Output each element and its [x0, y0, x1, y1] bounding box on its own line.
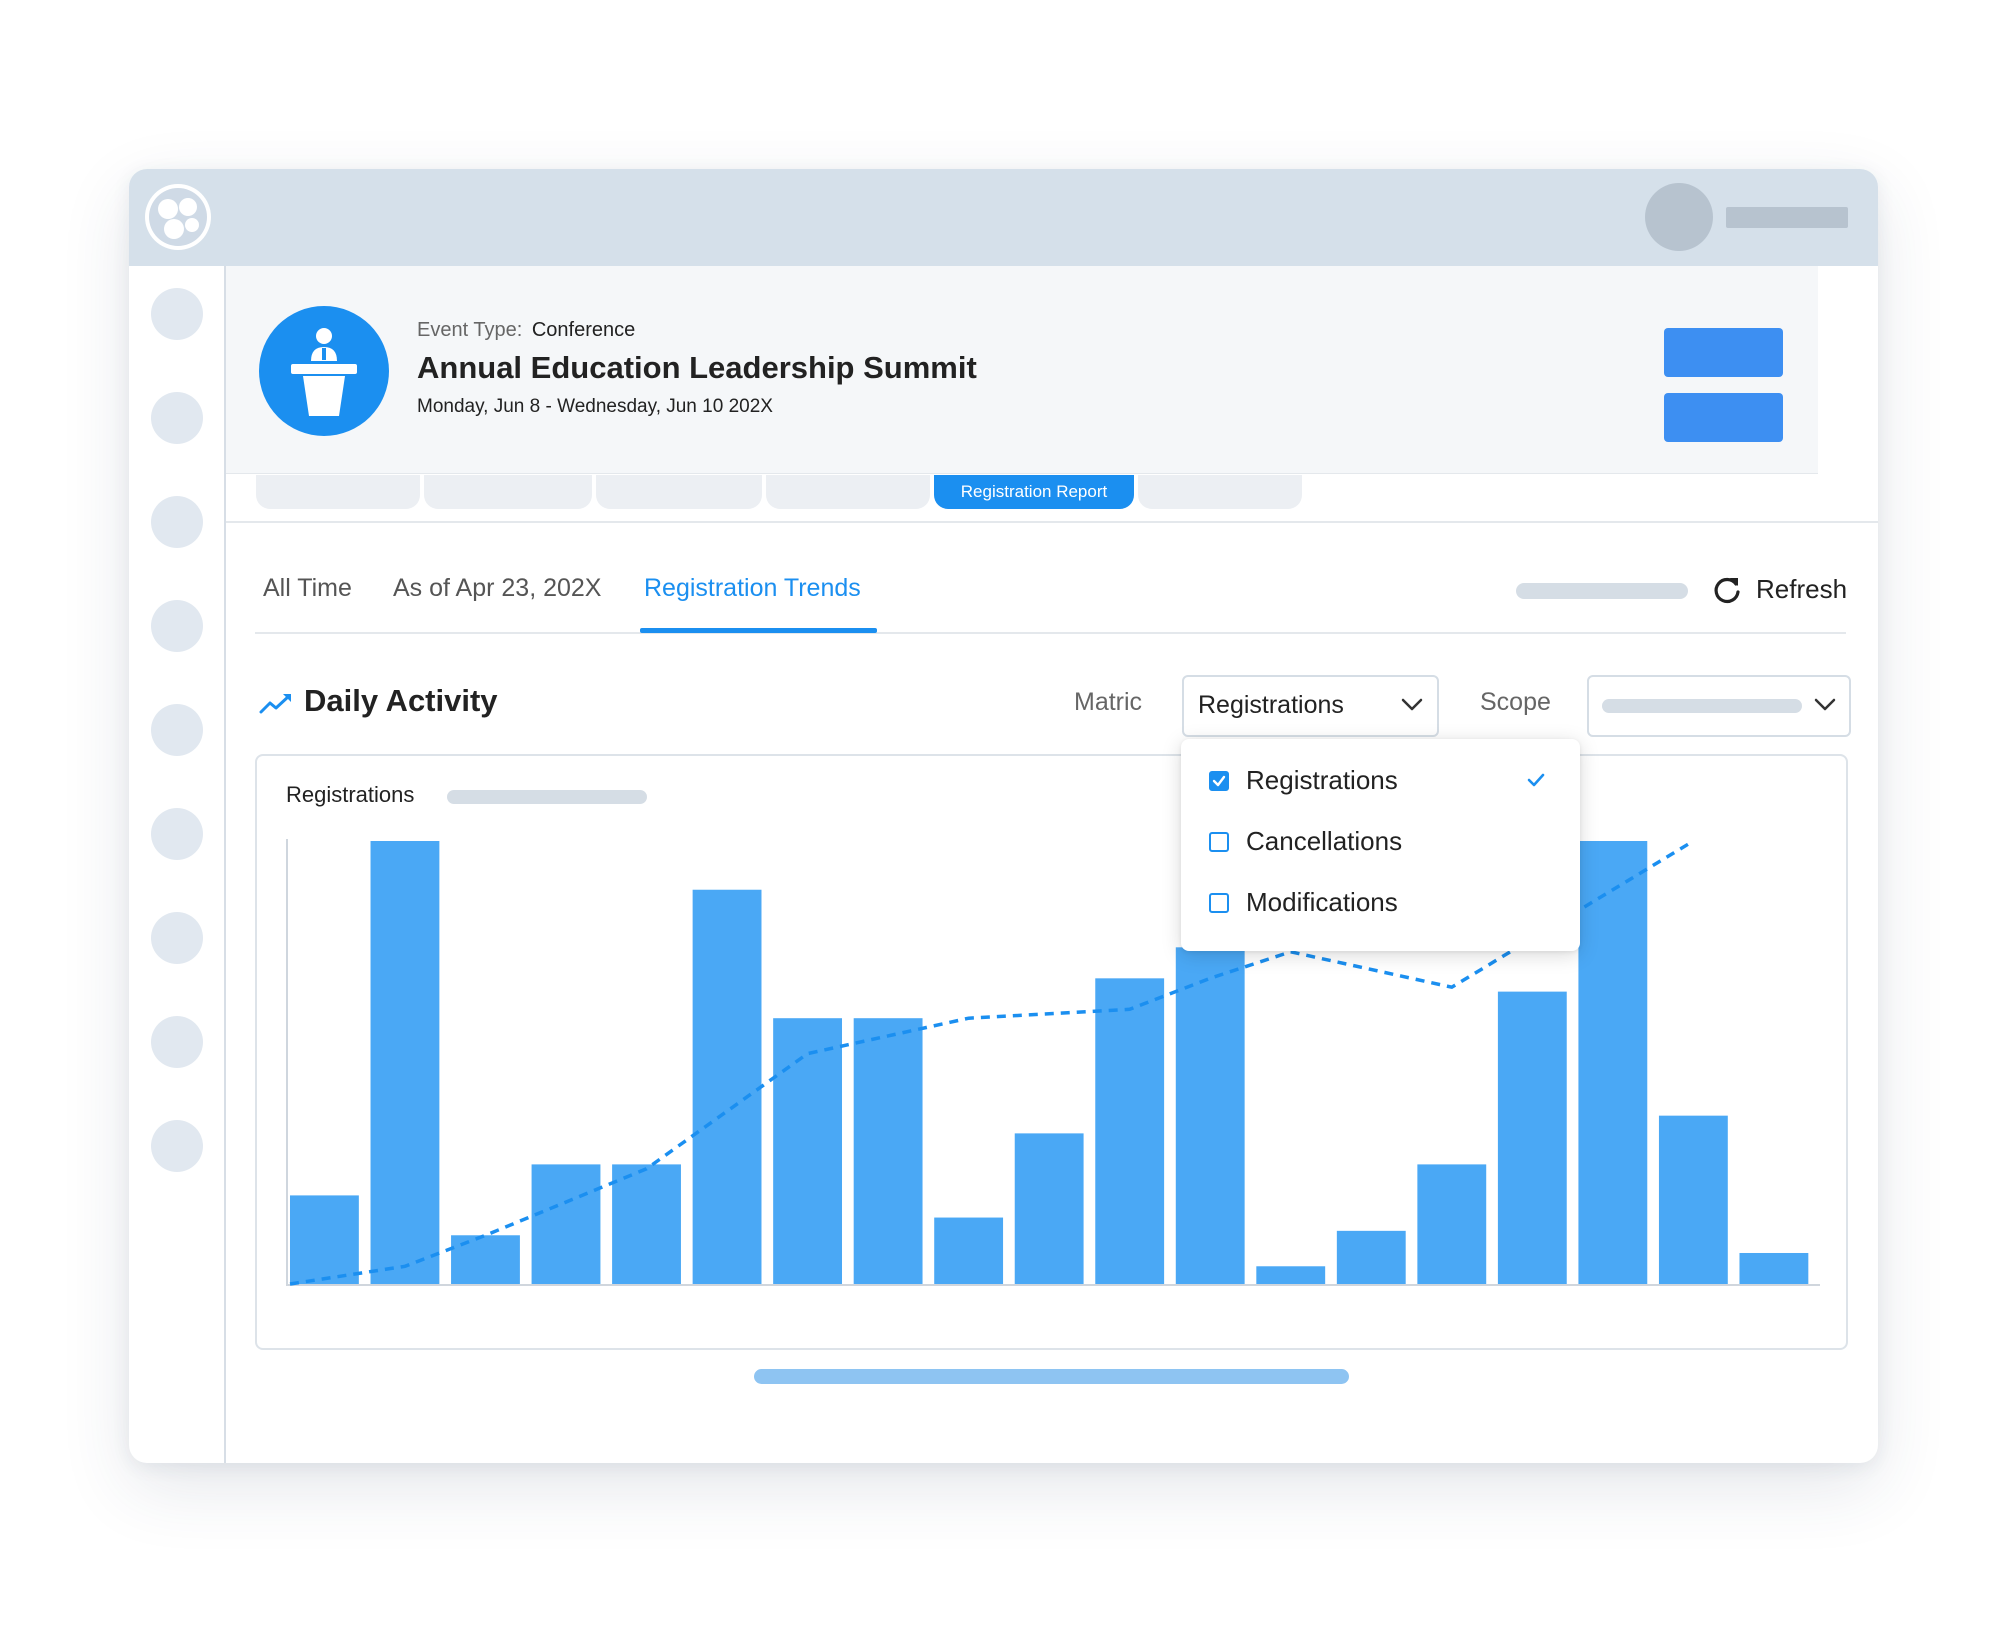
chevron-down-icon [1401, 698, 1423, 711]
dropdown-option-label: Modifications [1246, 887, 1398, 917]
bar[interactable] [370, 841, 440, 1284]
bar[interactable] [1739, 1252, 1809, 1284]
event-type-label: Event Type: [417, 319, 523, 341]
header-action-button-2[interactable] [1664, 393, 1783, 442]
report-tab[interactable] [424, 475, 592, 509]
sidebar-item[interactable] [151, 704, 203, 756]
sidebar [129, 266, 226, 1463]
sidebar-item[interactable] [151, 1120, 203, 1172]
sidebar-item[interactable] [151, 1016, 203, 1068]
bar[interactable] [1417, 1164, 1487, 1284]
bar[interactable] [1014, 1133, 1084, 1284]
metric-dropdown-menu: Registrations Cancellations Modification… [1181, 739, 1580, 951]
tab-registration-trends[interactable]: Registration Trends [644, 574, 861, 603]
active-tab-indicator [640, 628, 877, 633]
report-tab[interactable] [1138, 475, 1302, 509]
avatar[interactable] [1645, 183, 1713, 251]
checkbox[interactable] [1209, 771, 1229, 791]
tab-registration-report[interactable]: Registration Report [934, 475, 1134, 509]
tab-as-of-date[interactable]: As of Apr 23, 202X [393, 574, 601, 603]
event-type: Event Type: Conference [417, 319, 635, 342]
daily-activity-chart: Apr 21Apr 23Apr 25Apr 27Apr 29May 1May 3… [286, 839, 1820, 1286]
scope-value-placeholder [1602, 699, 1802, 713]
bar[interactable] [853, 1018, 923, 1284]
bar[interactable] [1256, 1266, 1326, 1284]
sidebar-item[interactable] [151, 912, 203, 964]
header-action-button-1[interactable] [1664, 328, 1783, 377]
divider [226, 521, 1878, 523]
report-tab[interactable] [596, 475, 762, 509]
dropdown-option-modifications[interactable]: Modifications [1209, 887, 1559, 923]
bar[interactable] [934, 1217, 1004, 1284]
event-type-value: Conference [531, 319, 636, 341]
app-window: Event Type: Conference Annual Education … [129, 169, 1878, 1463]
bar[interactable] [531, 1164, 601, 1284]
selected-check-icon [1527, 773, 1545, 787]
checkbox[interactable] [1209, 893, 1229, 913]
checkmark-icon [1212, 775, 1226, 787]
bar[interactable] [290, 1195, 359, 1284]
metric-select-value: Registrations [1198, 691, 1344, 719]
bar[interactable] [1497, 991, 1567, 1284]
sidebar-item[interactable] [151, 496, 203, 548]
dropdown-option-label: Cancellations [1246, 826, 1403, 856]
trend-line-icon [259, 694, 291, 714]
bar[interactable] [1095, 978, 1165, 1284]
bar[interactable] [451, 1235, 520, 1284]
scope-label: Scope [1480, 688, 1551, 716]
dropdown-option-label: Registrations [1246, 765, 1398, 795]
checkbox[interactable] [1209, 832, 1229, 852]
filter-placeholder [1516, 583, 1688, 599]
user-name-placeholder [1726, 207, 1848, 228]
section-title: Daily Activity [304, 683, 498, 718]
metric-select[interactable]: Registrations [1182, 675, 1439, 737]
metric-label: Matric [1074, 688, 1143, 716]
bar[interactable] [1336, 1230, 1406, 1284]
report-tab[interactable] [766, 475, 930, 509]
sidebar-item[interactable] [151, 392, 203, 444]
tab-all-time[interactable]: All Time [263, 574, 352, 603]
chart-scrollbar[interactable] [754, 1369, 1349, 1384]
bar[interactable] [692, 889, 762, 1284]
report-tab[interactable] [256, 475, 420, 509]
event-header: Event Type: Conference Annual Education … [226, 266, 1818, 474]
chevron-down-icon [1814, 698, 1836, 711]
bar[interactable] [1658, 1115, 1728, 1284]
sidebar-item[interactable] [151, 600, 203, 652]
scope-select[interactable] [1587, 675, 1851, 737]
bar[interactable] [1175, 947, 1245, 1284]
dropdown-option-cancellations[interactable]: Cancellations [1209, 826, 1559, 862]
refresh-label: Refresh [1756, 574, 1848, 604]
app-logo-icon[interactable] [144, 183, 212, 251]
bar[interactable] [773, 1018, 843, 1284]
page-title: Annual Education Leadership Summit [417, 350, 977, 385]
sidebar-item[interactable] [151, 288, 203, 340]
chart-subtitle-placeholder [447, 790, 647, 804]
top-bar [129, 169, 1878, 266]
refresh-icon [1714, 577, 1740, 604]
podium-speaker-icon [259, 306, 389, 436]
bar[interactable] [1578, 841, 1648, 1284]
sidebar-item[interactable] [151, 808, 203, 860]
bar[interactable] [612, 1164, 681, 1284]
event-dates: Monday, Jun 8 - Wednesday, Jun 10 202X [417, 396, 773, 417]
dropdown-option-registrations[interactable]: Registrations [1209, 765, 1559, 801]
chart-title: Registrations [286, 782, 415, 807]
